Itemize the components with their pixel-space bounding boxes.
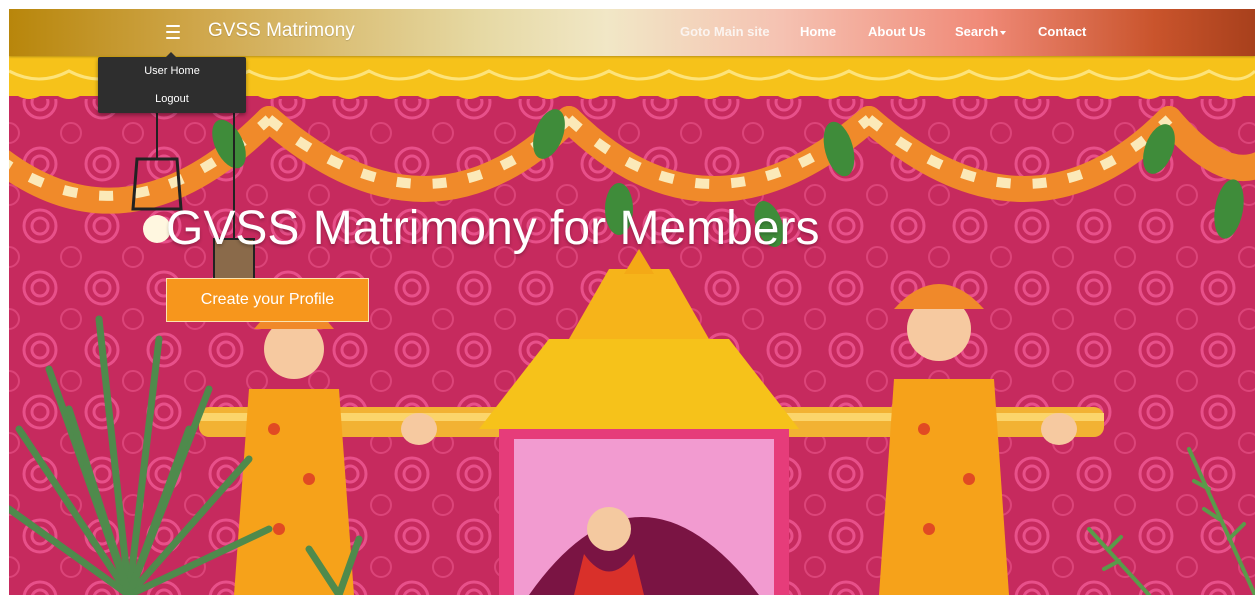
nav-link-search[interactable]: Search [955,24,1007,39]
dropdown-item-user-home[interactable]: User Home [98,57,246,85]
app-frame: GVSS Matrimony Goto Main site Home About… [9,9,1255,595]
dropdown-item-logout[interactable]: Logout [98,85,246,113]
nav-link-search-label: Search [955,24,999,39]
user-dropdown-menu: User Home Logout [98,52,246,113]
create-profile-button[interactable]: Create your Profile [166,278,369,322]
nav-link-about-us[interactable]: About Us [868,24,926,39]
brand-logo-text[interactable]: GVSS Matrimony [208,20,355,42]
top-navbar: GVSS Matrimony Goto Main site Home About… [9,9,1255,56]
caret-down-icon [1000,30,1007,35]
hero-title: GVSS Matrimony for Members [166,202,820,255]
nav-link-contact[interactable]: Contact [1038,24,1086,39]
nav-link-home[interactable]: Home [800,24,836,39]
hamburger-menu-icon[interactable] [166,25,180,39]
nav-link-goto-main-site[interactable]: Goto Main site [680,24,770,39]
